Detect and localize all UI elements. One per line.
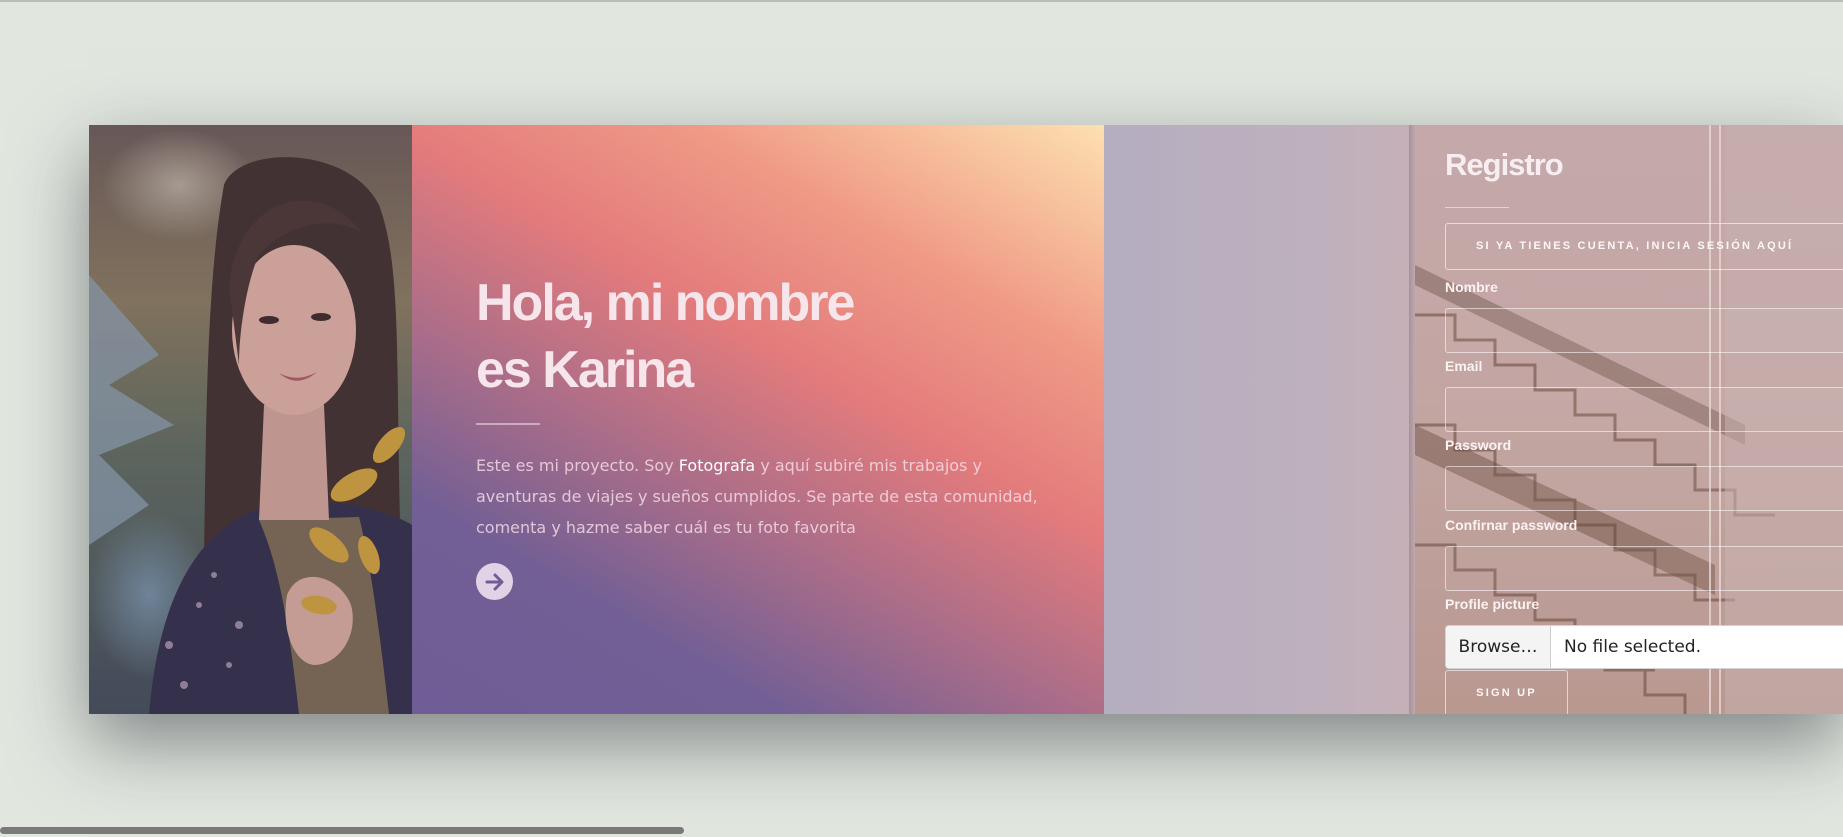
hero-title-line2: es Karina xyxy=(476,341,694,399)
horizontal-scrollbar[interactable] xyxy=(0,827,684,834)
photo-tint-overlay xyxy=(89,125,412,714)
form-title: Registro xyxy=(1445,147,1564,182)
hero-title: Hola, mi nombre es Karina xyxy=(476,270,996,404)
password-input[interactable] xyxy=(1445,466,1843,511)
hero-title-line1: Hola, mi nombre xyxy=(476,274,855,332)
next-arrow-button[interactable] xyxy=(476,563,513,600)
login-link-button[interactable]: SI YA TIENES CUENTA, INICIA SESIÓN AQUÍ xyxy=(1445,223,1843,270)
hero-panel: Hola, mi nombre es Karina Este es mi pro… xyxy=(412,125,1104,714)
password-label: Password xyxy=(1445,437,1512,453)
landing-card: Hola, mi nombre es Karina Este es mi pro… xyxy=(89,125,1843,714)
hero-divider xyxy=(476,423,540,425)
arrow-right-icon xyxy=(485,573,503,590)
browser-top-edge xyxy=(0,0,1843,2)
hero-desc-highlight: Fotografa xyxy=(678,456,756,475)
confirm-password-label: Confirnar password xyxy=(1445,517,1578,533)
form-divider xyxy=(1445,207,1509,208)
file-status: No file selected. xyxy=(1564,637,1701,657)
signup-button[interactable]: SIGN UP xyxy=(1445,670,1568,714)
confirm-password-input[interactable] xyxy=(1445,546,1843,591)
hero-description: Este es mi proyecto. Soy Fotografa y aqu… xyxy=(476,450,1051,543)
profile-picture-input[interactable]: Browse… No file selected. xyxy=(1445,625,1843,669)
browse-button[interactable]: Browse… xyxy=(1446,626,1551,668)
registration-form: Registro SI YA TIENES CUENTA, INICIA SES… xyxy=(1445,125,1843,714)
profile-picture-label: Profile picture xyxy=(1445,596,1540,612)
hero-desc-intro: Este es mi proyecto. Soy xyxy=(476,456,679,475)
email-label: Email xyxy=(1445,358,1483,374)
name-label: Nombre xyxy=(1445,279,1498,295)
name-input[interactable] xyxy=(1445,308,1843,353)
profile-photo xyxy=(89,125,412,714)
email-input[interactable] xyxy=(1445,387,1843,432)
